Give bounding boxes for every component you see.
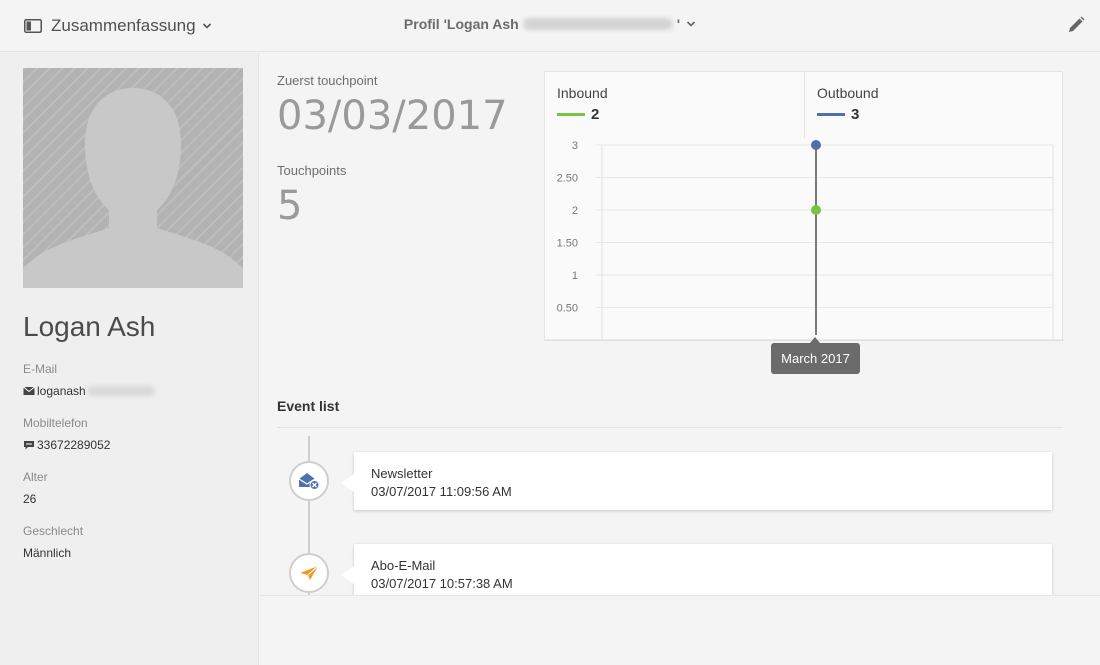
person-silhouette-icon xyxy=(23,88,243,288)
profile-title: Profil 'Logan Ash ' xyxy=(0,16,1100,32)
first-touchpoint-label: Zuerst touchpoint xyxy=(277,73,378,88)
touchpoints-value: 5 xyxy=(277,183,303,229)
profile-title-suffix: ' xyxy=(676,16,681,32)
age-label: Alter xyxy=(23,470,48,484)
profile-sidebar: Logan Ash E-Mail loganash Mobiltelefon 3… xyxy=(0,53,259,665)
y-tick-label: 3 xyxy=(572,140,578,152)
edit-pencil-icon[interactable] xyxy=(1066,15,1086,35)
event-list-title: Event list xyxy=(277,398,340,414)
sms-bubble-icon xyxy=(24,441,34,450)
event-date: 03/07/2017 11:09:56 AM xyxy=(371,484,512,499)
profile-title-dropdown[interactable]: Profil 'Logan Ash ' xyxy=(404,16,696,32)
event-node-abo-email[interactable] xyxy=(289,553,329,593)
outbound-point[interactable] xyxy=(811,140,821,150)
profile-title-text: Profil 'Logan Ash xyxy=(403,16,519,32)
y-tick-label: 2.50 xyxy=(557,173,578,185)
gender-value: Männlich xyxy=(23,546,72,560)
event-node-newsletter[interactable] xyxy=(289,461,329,501)
email-label: E-Mail xyxy=(23,362,58,376)
y-tick-label: 0.50 xyxy=(557,303,578,315)
top-bar: Zusammenfassung Profil 'Logan Ash ' xyxy=(0,0,1100,52)
chart-plot: 3 2.50 2 1.50 1 0.50 xyxy=(545,140,1064,341)
age-value: 26 xyxy=(23,492,37,506)
chart-tooltip: March 2017 xyxy=(771,337,860,374)
inbound-point[interactable] xyxy=(811,205,821,215)
profile-name: Logan Ash xyxy=(23,311,156,342)
y-tick-label: 1 xyxy=(572,270,578,282)
gender-label: Geschlecht xyxy=(23,524,84,538)
event-card[interactable]: Abo-E-Mail 03/07/2017 10:57:38 AM xyxy=(341,544,1052,595)
paper-plane-icon xyxy=(300,565,319,580)
touchpoints-label: Touchpoints xyxy=(277,163,347,178)
redacted-domain xyxy=(86,386,155,396)
first-touchpoint-value: 03/03/2017 xyxy=(277,93,508,139)
email-text: loganash xyxy=(37,384,86,398)
main-content: Zuerst touchpoint 03/03/2017 Touchpoints… xyxy=(260,53,1100,596)
envelope-x-icon xyxy=(298,473,320,490)
email-value: loganash xyxy=(23,384,155,398)
mobile-text: 33672289052 xyxy=(37,438,111,452)
event-date: 03/07/2017 10:57:38 AM xyxy=(371,576,513,591)
event-card[interactable]: Newsletter 03/07/2017 11:09:56 AM xyxy=(341,452,1052,510)
avatar xyxy=(23,68,243,288)
event-name: Abo-E-Mail xyxy=(371,558,436,573)
envelope-icon xyxy=(23,386,35,395)
redacted-email xyxy=(522,18,673,30)
touchpoint-chart: Inbound 2 Outbound 3 3 2.50 2 1.50 1 0.50 xyxy=(544,71,1064,341)
mobile-label: Mobiltelefon xyxy=(23,416,88,430)
y-tick-label: 2 xyxy=(572,205,578,217)
divider xyxy=(277,427,1063,428)
y-tick-label: 1.50 xyxy=(557,238,578,250)
event-name: Newsletter xyxy=(371,466,433,481)
chevron-down-icon xyxy=(687,21,696,27)
mobile-value: 33672289052 xyxy=(23,438,110,452)
